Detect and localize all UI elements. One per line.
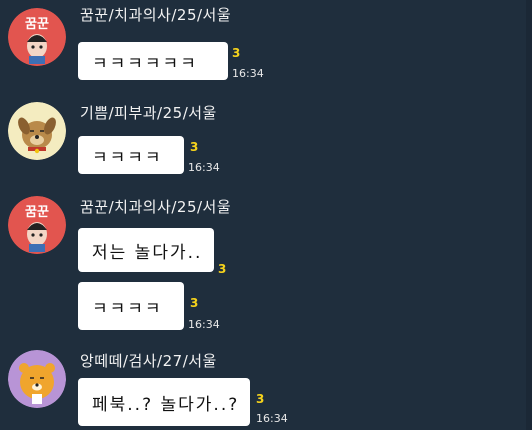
avatar-lettering: 꿈꾼 bbox=[25, 17, 49, 32]
sender-name: 앙떼떼/검사/27/서울 bbox=[80, 352, 217, 370]
unread-count: 3 bbox=[218, 262, 227, 276]
unread-count: 3 bbox=[232, 46, 241, 60]
unread-count: 3 bbox=[190, 296, 199, 310]
message-time: 16:34 bbox=[232, 67, 264, 80]
message-bubble[interactable]: ㅋㅋㅋㅋㅋㅋ bbox=[78, 42, 228, 80]
profile-avatar-kkumkkun[interactable]: 꿈꾼 bbox=[8, 196, 66, 254]
avatar-lettering: 꿈꾼 bbox=[25, 205, 49, 220]
sender-name: 꿈꾼/치과의사/25/서울 bbox=[80, 198, 232, 216]
unread-count: 3 bbox=[190, 140, 199, 154]
sender-name: 기쁨/피부과/25/서울 bbox=[80, 104, 217, 122]
scrollbar-track[interactable] bbox=[526, 0, 532, 430]
unread-count: 3 bbox=[256, 392, 265, 406]
message-bubble[interactable]: ㅋㅋㅋㅋ bbox=[78, 136, 184, 174]
profile-avatar-lion[interactable] bbox=[8, 350, 66, 408]
message-time: 16:34 bbox=[188, 318, 220, 331]
message-bubble[interactable]: 페북..? 놀다가..? bbox=[78, 378, 250, 426]
message-bubble[interactable]: ㅋㅋㅋㅋ bbox=[78, 282, 184, 330]
message-bubble[interactable]: 저는 놀다가.. bbox=[78, 228, 214, 272]
sender-name: 꿈꾼/치과의사/25/서울 bbox=[80, 6, 232, 24]
profile-avatar-dog[interactable] bbox=[8, 102, 66, 160]
message-time: 16:34 bbox=[188, 161, 220, 174]
profile-avatar-kkumkkun[interactable]: 꿈꾼 bbox=[8, 8, 66, 66]
message-time: 16:34 bbox=[256, 412, 288, 425]
